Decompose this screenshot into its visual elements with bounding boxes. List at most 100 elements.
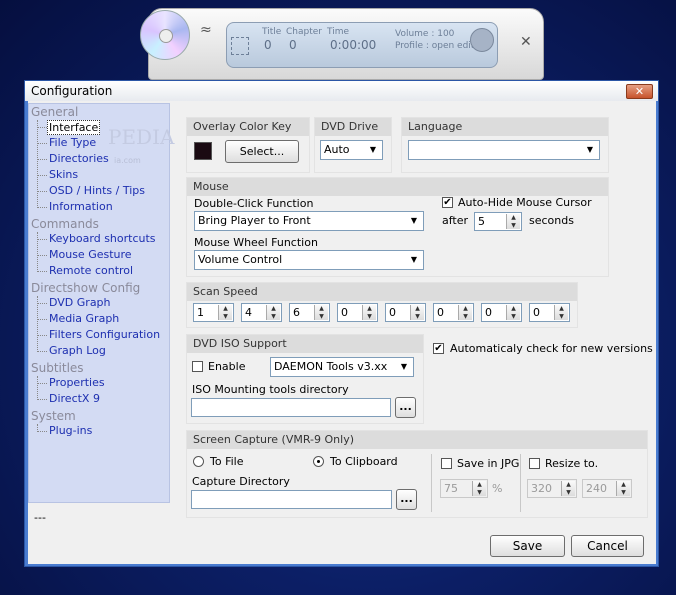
- tree-item-plug-ins[interactable]: Plug-ins: [49, 424, 92, 437]
- resize-height-spinner[interactable]: 240 ▲ ▼: [582, 479, 632, 498]
- player-close-icon[interactable]: ✕: [520, 34, 532, 50]
- dbl-click-select[interactable]: Bring Player to Front ▼: [194, 211, 424, 231]
- dropdown-arrow-icon[interactable]: ▼: [396, 359, 412, 375]
- lcd-time-label: Time: [327, 27, 350, 37]
- tree-item-file-type[interactable]: File Type: [49, 136, 96, 149]
- save-button[interactable]: Save: [490, 535, 565, 557]
- tree-group-commands[interactable]: Commands: [31, 217, 99, 231]
- dbl-click-value: Bring Player to Front: [198, 214, 311, 227]
- scan-speed-spinner-4[interactable]: 0 ▲ ▼: [337, 303, 378, 322]
- scan-speed-spinner-7[interactable]: 0 ▲ ▼: [481, 303, 522, 322]
- tree-item-osd-hints-tips[interactable]: OSD / Hints / Tips: [49, 184, 145, 197]
- dbl-click-label: Double-Click Function: [194, 197, 314, 210]
- tree-group-directshow-config[interactable]: Directshow Config: [31, 281, 140, 295]
- spin-arrows-icon[interactable]: ▲ ▼: [458, 305, 472, 320]
- select-color-button[interactable]: Select...: [225, 140, 299, 163]
- spin-arrows-icon[interactable]: ▲ ▼: [472, 481, 486, 496]
- title-bar: [25, 81, 658, 101]
- tree-item-graph-log[interactable]: Graph Log: [49, 344, 106, 357]
- tree-content: General Interface File Type Directories …: [28, 103, 170, 503]
- resize-width-spinner[interactable]: 320 ▲ ▼: [527, 479, 577, 498]
- autohide-checkbox[interactable]: ✔: [442, 197, 453, 208]
- tree-item-dvd-graph[interactable]: DVD Graph: [49, 296, 111, 309]
- spin-arrows-icon[interactable]: ▲ ▼: [616, 481, 630, 496]
- spin-arrows-icon[interactable]: ▲ ▼: [314, 305, 328, 320]
- divider: [431, 454, 432, 512]
- tree-item-properties[interactable]: Properties: [49, 376, 105, 389]
- iso-browse-button[interactable]: ...: [395, 397, 416, 418]
- tree-item-remote-control[interactable]: Remote control: [49, 264, 133, 277]
- tree-group-system[interactable]: System: [31, 409, 76, 423]
- wheel-select[interactable]: Volume Control ▼: [194, 250, 424, 270]
- wave-icon[interactable]: ≈: [200, 22, 212, 38]
- resize-height-value: 240: [586, 482, 607, 495]
- wheel-value: Volume Control: [198, 253, 283, 266]
- after-spinner[interactable]: 5 ▲ ▼: [474, 212, 522, 231]
- capture-browse-button[interactable]: ...: [396, 489, 417, 510]
- scan-speed-spinner-3[interactable]: 6 ▲ ▼: [289, 303, 330, 322]
- iso-enable-checkbox[interactable]: [192, 361, 203, 372]
- scan-speed-spinner-6[interactable]: 0 ▲ ▼: [433, 303, 474, 322]
- scan-speed-spinner-8[interactable]: 0 ▲ ▼: [529, 303, 570, 322]
- capture-dir-input[interactable]: [191, 490, 392, 509]
- scan-speed-spinner-2[interactable]: 4 ▲ ▼: [241, 303, 282, 322]
- dropdown-arrow-icon[interactable]: ▼: [365, 142, 381, 158]
- jpg-quality-value: 75: [444, 482, 458, 495]
- spin-arrows-icon[interactable]: ▲ ▼: [554, 305, 568, 320]
- tree-group-subtitles[interactable]: Subtitles: [31, 361, 84, 375]
- tree-group-general[interactable]: General: [31, 105, 78, 119]
- scan-speed-spinner-1[interactable]: 1 ▲ ▼: [193, 303, 234, 322]
- iso-dir-input[interactable]: [191, 398, 391, 417]
- resize-width-value: 320: [531, 482, 552, 495]
- language-select[interactable]: ▼: [408, 140, 600, 160]
- iso-tool-select[interactable]: DAEMON Tools v3.xx ▼: [270, 357, 414, 377]
- tree-item-information[interactable]: Information: [49, 200, 113, 213]
- capture-header: Screen Capture (VMR-9 Only): [187, 431, 647, 449]
- divider: [520, 454, 521, 512]
- after-label: after: [442, 214, 469, 227]
- tree-item-directx-9[interactable]: DirectX 9: [49, 392, 100, 405]
- after-value: 5: [478, 215, 485, 228]
- resize-label: Resize to.: [545, 457, 599, 470]
- to-clipboard-radio[interactable]: [313, 456, 324, 467]
- tree-item-mouse-gesture[interactable]: Mouse Gesture: [49, 248, 132, 261]
- lcd-title-label: Title: [262, 27, 282, 37]
- dropdown-arrow-icon[interactable]: ▼: [582, 142, 598, 158]
- to-file-radio[interactable]: [193, 456, 204, 467]
- scan-speed-spinner-5[interactable]: 0 ▲ ▼: [385, 303, 426, 322]
- tree-item-interface[interactable]: Interface: [47, 120, 101, 135]
- overlay-header: Overlay Color Key: [187, 118, 309, 136]
- spin-arrows-icon[interactable]: ▲ ▼: [506, 305, 520, 320]
- save-jpg-checkbox[interactable]: [441, 458, 452, 469]
- spin-arrows-icon[interactable]: ▲ ▼: [561, 481, 575, 496]
- tree-item-skins[interactable]: Skins: [49, 168, 78, 181]
- tree-item-filters-configuration[interactable]: Filters Configuration: [49, 328, 160, 341]
- status-text: ---: [34, 511, 46, 524]
- tree-item-keyboard-shortcuts[interactable]: Keyboard shortcuts: [49, 232, 156, 245]
- spin-arrows-icon[interactable]: ▲ ▼: [266, 305, 280, 320]
- fullscreen-icon[interactable]: [231, 37, 249, 55]
- spin-arrows-icon[interactable]: ▲ ▼: [410, 305, 424, 320]
- wheel-label: Mouse Wheel Function: [194, 236, 318, 249]
- auto-check-label: Automaticaly check for new versions: [450, 342, 653, 355]
- tree-item-media-graph[interactable]: Media Graph: [49, 312, 119, 325]
- cancel-button[interactable]: Cancel: [571, 535, 644, 557]
- lcd-chapter-label: Chapter: [286, 27, 322, 37]
- dvd-drive-select[interactable]: Auto ▼: [320, 140, 383, 160]
- dropdown-arrow-icon[interactable]: ▼: [406, 252, 422, 268]
- resize-checkbox[interactable]: [529, 458, 540, 469]
- dropdown-arrow-icon[interactable]: ▼: [406, 213, 422, 229]
- auto-check-checkbox[interactable]: ✔: [433, 343, 444, 354]
- spin-arrows-icon[interactable]: ▲ ▼: [506, 214, 520, 229]
- window-close-button[interactable]: ✕: [626, 84, 653, 99]
- tree-item-directories[interactable]: Directories: [49, 152, 109, 165]
- disc-eject-icon[interactable]: [470, 28, 494, 52]
- spin-arrows-icon[interactable]: ▲ ▼: [362, 305, 376, 320]
- scan-speed-header: Scan Speed: [187, 283, 577, 301]
- jpg-quality-spinner[interactable]: 75 ▲ ▼: [440, 479, 488, 498]
- spin-arrows-icon[interactable]: ▲ ▼: [218, 305, 232, 320]
- save-jpg-label: Save in JPG: [457, 457, 520, 470]
- seconds-label: seconds: [529, 214, 574, 227]
- window-title: Configuration: [31, 84, 113, 98]
- iso-header: DVD ISO Support: [187, 335, 423, 353]
